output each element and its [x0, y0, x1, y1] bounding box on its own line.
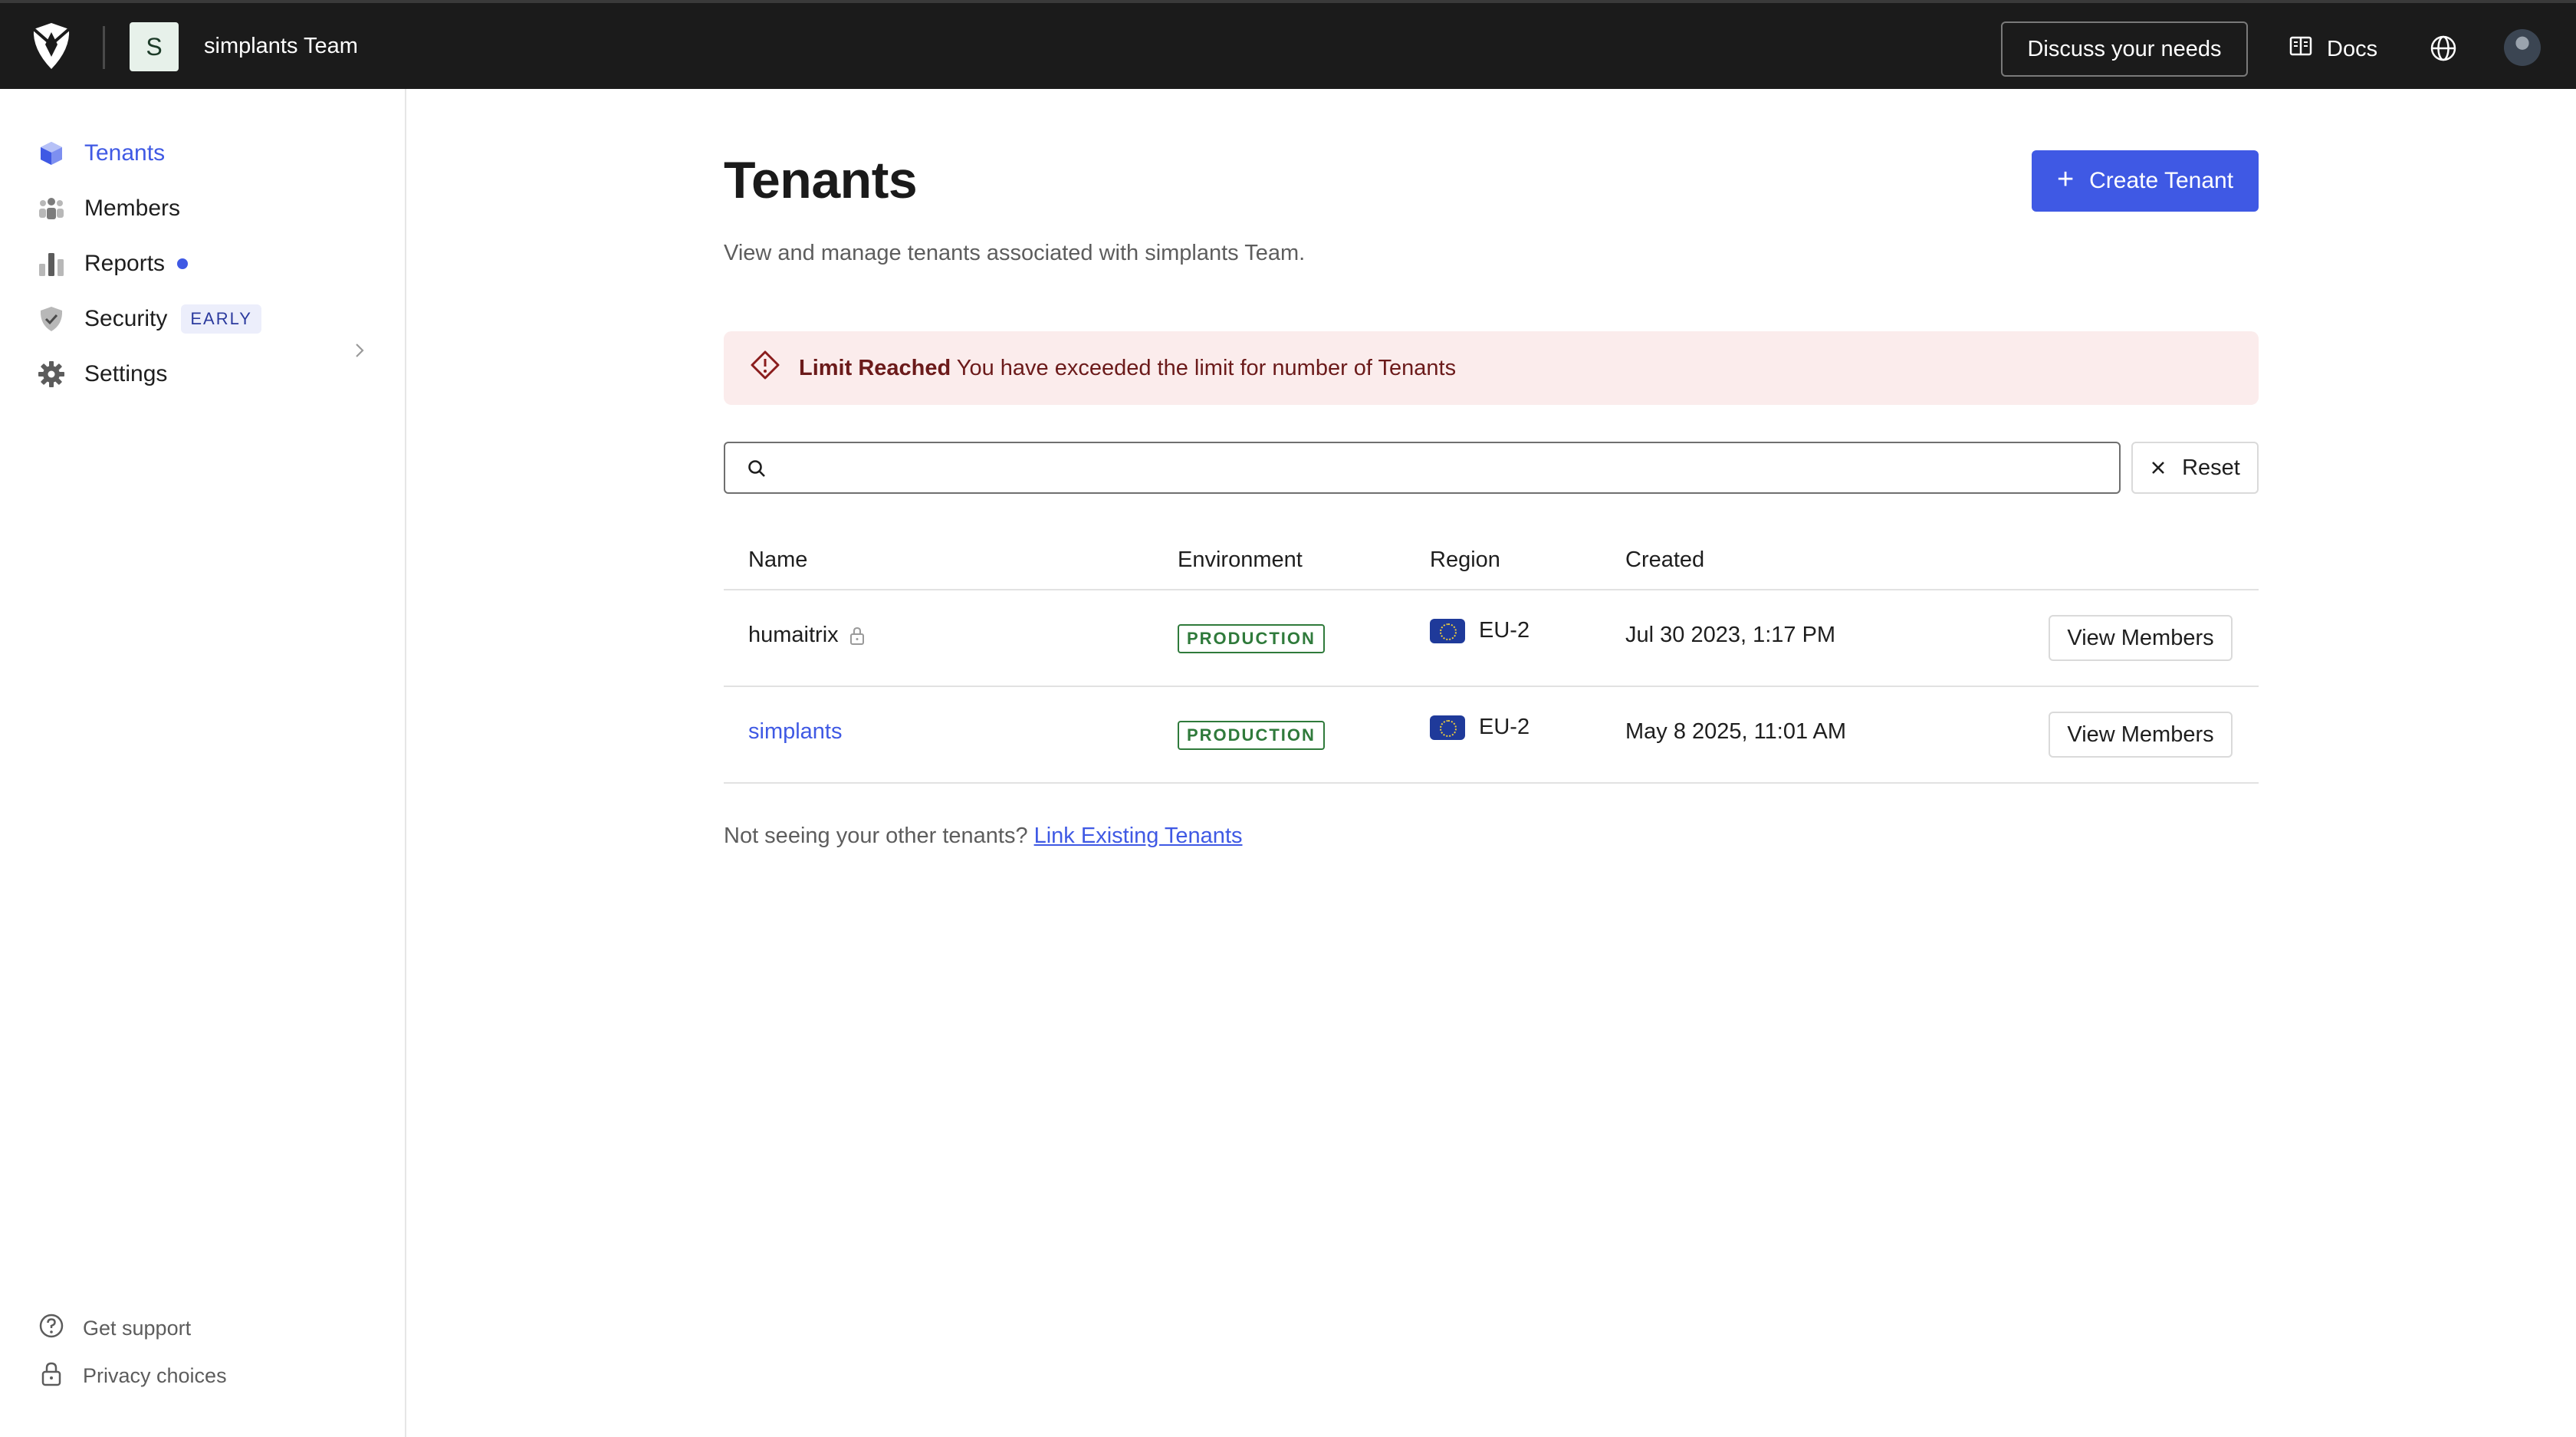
topbar-divider: [103, 26, 105, 69]
sidebar-item-members[interactable]: Members: [37, 187, 180, 230]
cube-icon: [37, 139, 66, 168]
eu-flag-icon: [1430, 715, 1465, 740]
search-icon: [748, 460, 765, 477]
tenant-link[interactable]: simplants: [748, 719, 843, 745]
alert-message: You have exceeded the limit for number o…: [956, 355, 1457, 380]
reset-button[interactable]: Reset: [2131, 442, 2259, 494]
footer-note-text: Not seeing your other tenants?: [724, 824, 1028, 848]
gear-icon: [37, 360, 66, 389]
search-field[interactable]: [724, 442, 2121, 494]
get-support-link[interactable]: Get support: [38, 1313, 191, 1344]
early-badge: EARLY: [181, 304, 261, 334]
privacy-choices-label: Privacy choices: [83, 1364, 227, 1387]
environment-badge: PRODUCTION: [1178, 624, 1325, 653]
column-header-environment[interactable]: Environment: [1178, 548, 1303, 573]
privacy-choices-link[interactable]: Privacy choices: [38, 1360, 227, 1392]
created-cell: Jul 30 2023, 1:17 PM: [1625, 623, 1836, 647]
shield-check-icon: [37, 304, 66, 334]
team-name[interactable]: simplants Team: [204, 34, 358, 59]
footer-note: Not seeing your other tenants? Link Exist…: [724, 824, 1243, 849]
alert-title: Limit Reached: [799, 355, 951, 380]
sidebar-item-label: Settings: [84, 361, 168, 386]
table-row-name: humaitrix: [748, 623, 866, 648]
region-cell: EU-2: [1430, 618, 1530, 643]
book-icon: [2288, 34, 2313, 64]
docs-label: Docs: [2327, 36, 2378, 61]
table-divider: [724, 782, 2259, 784]
help-circle-icon: [38, 1313, 64, 1344]
limit-alert: Limit Reached You have exceeded the limi…: [724, 331, 2259, 405]
docs-link[interactable]: Docs: [2288, 21, 2377, 77]
search-input[interactable]: [779, 449, 2105, 486]
sidebar-item-settings[interactable]: Settings: [37, 353, 167, 396]
table-divider: [724, 686, 2259, 687]
sidebar-item-label: Reports: [84, 251, 166, 276]
lock-icon: [849, 626, 864, 645]
view-members-button[interactable]: View Members: [2049, 712, 2233, 758]
page-subtitle: View and manage tenants associated with …: [724, 241, 1306, 265]
user-avatar[interactable]: [2504, 29, 2541, 66]
sidebar: Tenants Members Reports Security EARLY S…: [0, 89, 406, 1437]
top-bar: S simplants Team Discuss your needs Docs: [0, 0, 2576, 89]
globe-icon[interactable]: [2429, 34, 2458, 63]
chevron-right-icon[interactable]: [351, 342, 368, 359]
region-label: EU-2: [1479, 715, 1530, 739]
column-header-name[interactable]: Name: [748, 548, 807, 573]
table-divider: [724, 589, 2259, 590]
column-header-region[interactable]: Region: [1430, 548, 1500, 573]
link-existing-tenants-link[interactable]: Link Existing Tenants: [1034, 824, 1243, 848]
sidebar-item-label: Security: [84, 306, 168, 331]
members-icon: [37, 194, 66, 223]
close-icon: [2152, 462, 2165, 474]
tenant-name: humaitrix: [748, 623, 839, 647]
environment-badge: PRODUCTION: [1178, 721, 1325, 750]
team-avatar[interactable]: S: [130, 22, 179, 71]
create-tenant-label: Create Tenant: [2089, 168, 2234, 193]
sidebar-item-security[interactable]: Security EARLY: [37, 298, 261, 340]
plus-icon: +: [2056, 163, 2075, 196]
region-cell: EU-2: [1430, 715, 1530, 740]
notification-dot: [177, 258, 189, 269]
get-support-label: Get support: [83, 1317, 192, 1340]
lock-icon: [38, 1360, 64, 1392]
region-label: EU-2: [1479, 618, 1530, 643]
sidebar-item-tenants[interactable]: Tenants: [37, 132, 165, 175]
sidebar-item-reports[interactable]: Reports: [37, 242, 189, 285]
auth0-logo-icon[interactable]: [29, 21, 74, 71]
column-header-created[interactable]: Created: [1625, 548, 1704, 573]
table-row-name: simplants: [748, 719, 843, 745]
view-members-button[interactable]: View Members: [2049, 615, 2233, 661]
bar-chart-icon: [37, 249, 66, 278]
warning-diamond-icon: [750, 350, 780, 386]
created-cell: May 8 2025, 11:01 AM: [1625, 719, 1847, 744]
sidebar-item-label: Members: [84, 196, 181, 221]
eu-flag-icon: [1430, 618, 1465, 643]
reset-label: Reset: [2182, 455, 2240, 480]
page-title: Tenants: [724, 151, 918, 209]
discuss-needs-button[interactable]: Discuss your needs: [2001, 21, 2248, 77]
sidebar-item-label: Tenants: [84, 140, 166, 166]
create-tenant-button[interactable]: + Create Tenant: [2032, 150, 2259, 212]
